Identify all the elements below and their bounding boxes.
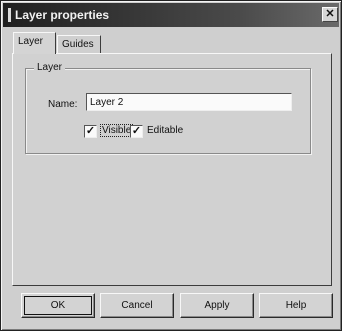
- visible-label[interactable]: Visible: [99, 124, 134, 137]
- editable-label[interactable]: Editable: [147, 125, 183, 136]
- name-field[interactable]: [86, 93, 292, 111]
- groupbox-legend: Layer: [34, 62, 66, 73]
- close-icon[interactable]: ✕: [322, 7, 338, 22]
- layer-properties-dialog: Layer properties ✕ Layer Guides Layer Na…: [0, 0, 342, 331]
- help-button[interactable]: Help: [259, 293, 333, 318]
- editable-check-icon[interactable]: ✓: [130, 125, 143, 138]
- visible-check-icon[interactable]: ✓: [84, 125, 97, 138]
- tab-layer[interactable]: Layer: [13, 32, 56, 54]
- ok-button[interactable]: OK: [21, 293, 95, 318]
- window-title: Layer properties: [15, 8, 110, 22]
- tab-guides[interactable]: Guides: [57, 35, 101, 54]
- layer-groupbox: Layer Name: ✓ Visible ✓ Editable: [25, 62, 311, 154]
- title-bar[interactable]: Layer properties ✕: [3, 3, 339, 27]
- cancel-button[interactable]: Cancel: [100, 293, 174, 318]
- name-label: Name:: [48, 99, 78, 110]
- apply-button[interactable]: Apply: [180, 293, 254, 318]
- tab-panel-layer: Layer Name: ✓ Visible ✓ Editable: [12, 53, 332, 286]
- window-icon: [8, 8, 11, 22]
